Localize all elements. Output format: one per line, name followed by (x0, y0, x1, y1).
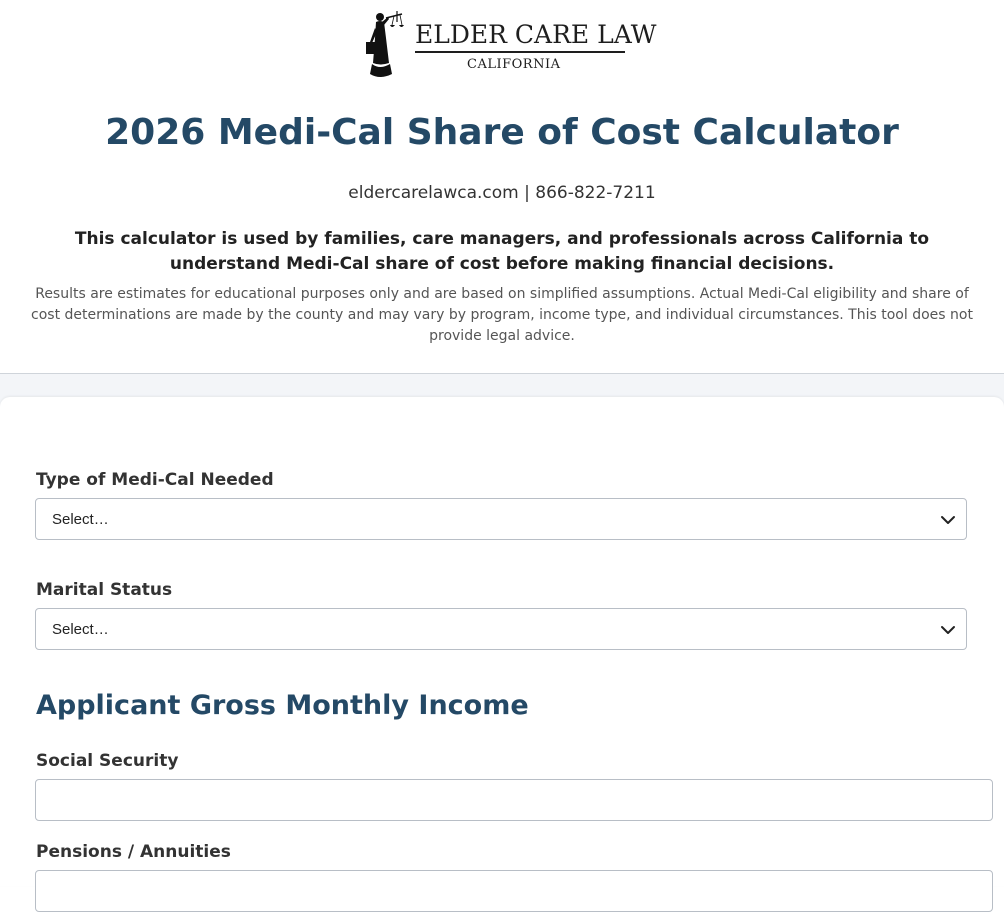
social-security-input[interactable] (35, 779, 993, 821)
contact-line: eldercarelawca.com | 866-822-7211 (0, 183, 1004, 203)
medi-cal-type-label: Type of Medi-Cal Needed (36, 470, 274, 490)
intro-text: This calculator is used by families, car… (74, 229, 930, 274)
medi-cal-type-select[interactable]: Select… (35, 498, 967, 540)
marital-status-label: Marital Status (36, 580, 173, 600)
lady-justice-icon (366, 11, 404, 77)
chevron-down-icon (941, 516, 955, 524)
page-header: ELDER CARE LAW CALIFORNIA 2026 Medi-Cal … (0, 0, 1004, 374)
marital-status-select[interactable]: Select… (35, 608, 967, 650)
logo-divider (415, 51, 625, 53)
contact-separator: | (518, 183, 536, 203)
marital-status-value: Select… (52, 621, 109, 638)
chevron-down-icon (941, 626, 955, 634)
logo[interactable]: ELDER CARE LAW CALIFORNIA (364, 8, 656, 80)
income-section-heading: Applicant Gross Monthly Income (36, 690, 529, 721)
social-security-label: Social Security (36, 751, 179, 771)
medi-cal-type-value: Select… (52, 511, 109, 528)
logo-subtitle: CALIFORNIA (467, 57, 561, 72)
pensions-input[interactable] (35, 870, 993, 912)
disclaimer-text: Results are estimates for educational pu… (31, 286, 973, 344)
logo-title: ELDER CARE LAW (415, 20, 657, 49)
page-title: 2026 Medi-Cal Share of Cost Calculator (105, 112, 899, 153)
pensions-label: Pensions / Annuities (36, 842, 231, 862)
phone-link[interactable]: 866-822-7211 (535, 183, 655, 203)
website-link[interactable]: eldercarelawca.com (348, 183, 518, 203)
